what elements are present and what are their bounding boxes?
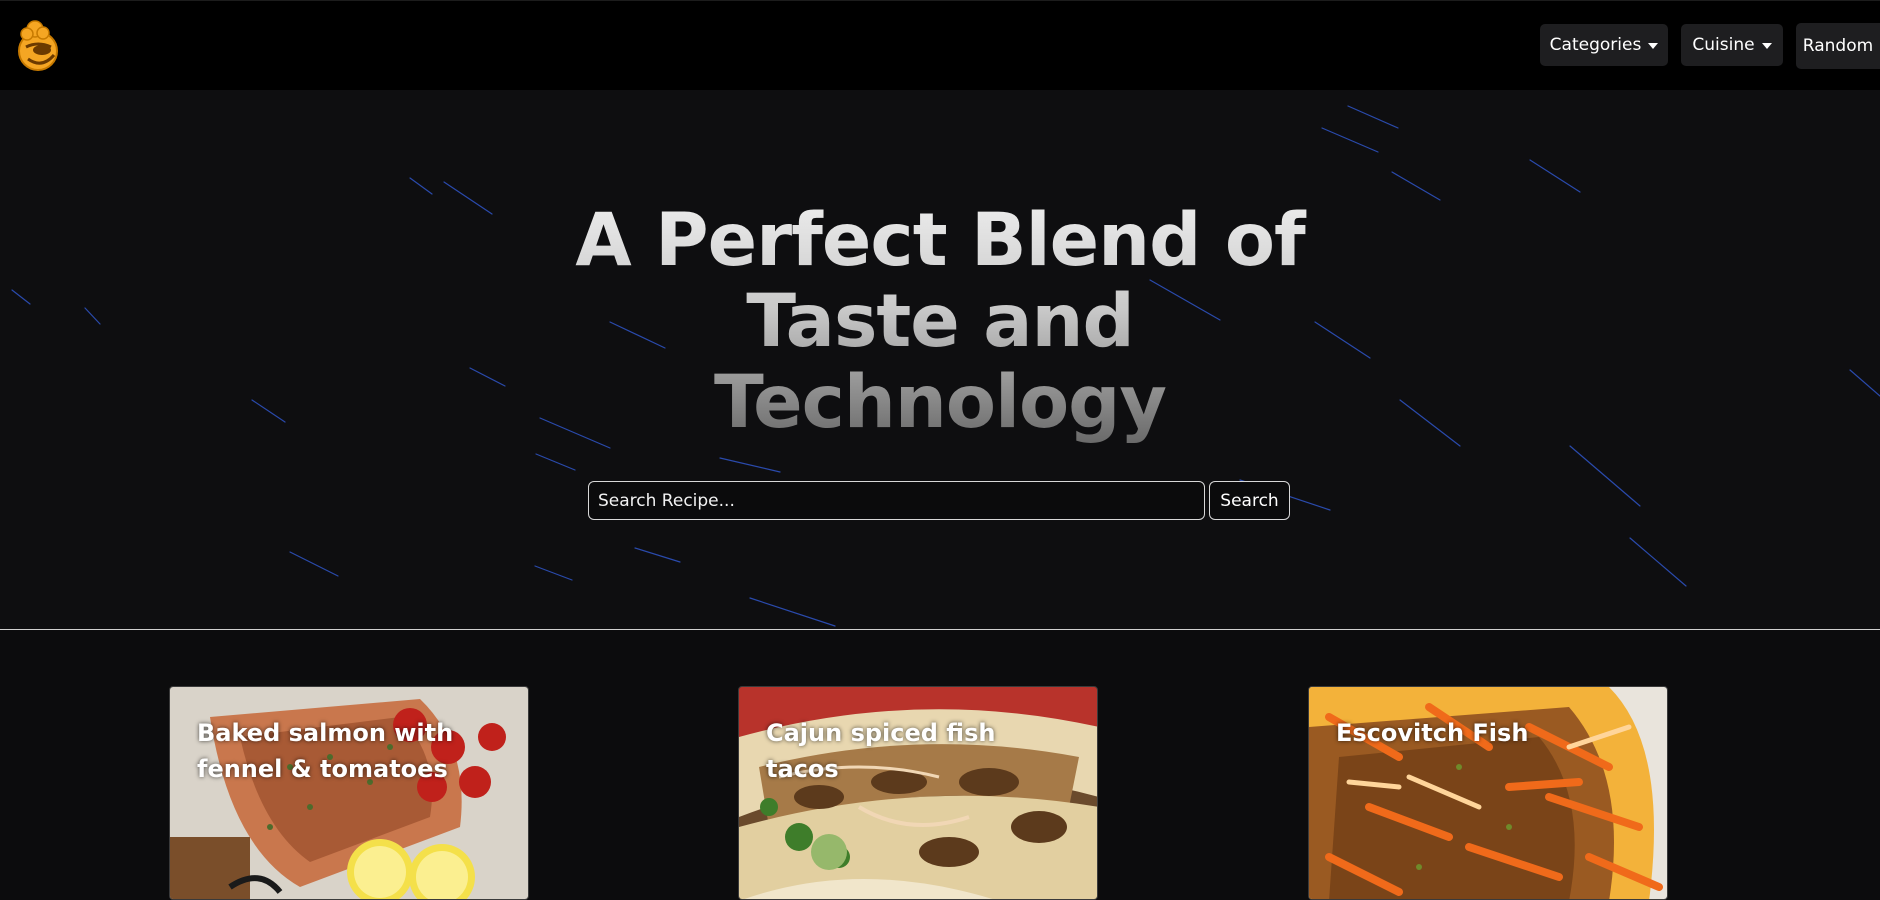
cuisine-dropdown-button[interactable]: Cuisine xyxy=(1681,24,1783,66)
cuisine-label: Cuisine xyxy=(1692,35,1755,55)
chef-hat-logo-icon[interactable] xyxy=(18,17,66,73)
hero-section: A Perfect Blend of Taste and Technology … xyxy=(0,90,1880,630)
recipe-card[interactable]: Cajun spiced fish tacos xyxy=(738,686,1098,900)
hero-title: A Perfect Blend of Taste and Technology xyxy=(540,200,1340,443)
navbar: Categories Cuisine Random xyxy=(0,0,1880,90)
recipe-card[interactable]: Baked salmon with fennel & tomatoes xyxy=(169,686,529,900)
recipe-card-title: Escovitch Fish xyxy=(1336,719,1529,747)
recipe-card[interactable]: Escovitch Fish xyxy=(1308,686,1668,900)
random-button[interactable]: Random xyxy=(1796,23,1880,69)
search-input[interactable] xyxy=(588,481,1205,520)
caret-down-icon xyxy=(1761,43,1772,49)
categories-dropdown-button[interactable]: Categories xyxy=(1540,24,1668,66)
caret-down-icon xyxy=(1648,43,1659,49)
recipe-card-title: Baked salmon with fennel & tomatoes xyxy=(197,719,454,783)
categories-label: Categories xyxy=(1549,35,1642,55)
recipe-card-title: Cajun spiced fish tacos xyxy=(766,719,996,783)
random-label: Random xyxy=(1802,36,1874,56)
search-button[interactable]: Search xyxy=(1209,481,1290,520)
